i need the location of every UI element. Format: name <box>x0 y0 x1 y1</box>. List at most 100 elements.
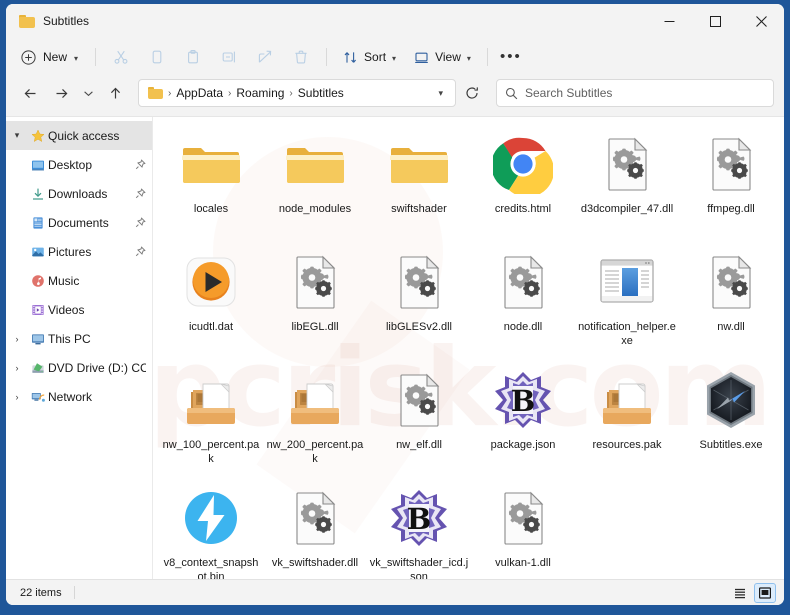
cut-icon[interactable] <box>104 43 138 71</box>
dvd-drive-icon <box>28 361 48 375</box>
file-tile[interactable]: notification_helper.exe <box>575 245 679 363</box>
file-tile[interactable]: libEGL.dll <box>263 245 367 363</box>
breadcrumb-separator: › <box>168 87 172 99</box>
chevron-right-icon[interactable]: › <box>6 363 28 373</box>
file-name-label: v8_context_snapshot.bin <box>163 557 259 579</box>
paste-icon[interactable] <box>176 43 210 71</box>
dll-icon <box>388 369 450 431</box>
file-tile[interactable]: credits.html <box>471 127 575 245</box>
file-tile[interactable]: nw_elf.dll <box>367 363 471 481</box>
desktop-icon <box>28 158 48 172</box>
back-button[interactable] <box>16 79 44 107</box>
search-box[interactable]: Search Subtitles <box>496 79 774 107</box>
dll-icon <box>700 133 762 195</box>
breadcrumb-separator: › <box>228 87 232 99</box>
pin-icon[interactable] <box>135 159 146 170</box>
file-tile[interactable]: Bvk_swiftshader_icd.json <box>367 481 471 579</box>
maximize-button[interactable] <box>692 4 738 38</box>
file-tile[interactable]: locales <box>159 127 263 245</box>
file-name-label: vk_swiftshader.dll <box>271 557 359 569</box>
this-pc-icon <box>28 332 48 346</box>
sort-button[interactable]: Sort ▾ <box>335 43 404 71</box>
sidebar-item-pictures[interactable]: Pictures <box>6 237 152 266</box>
file-tile[interactable]: Bpackage.json <box>471 363 575 481</box>
file-tile[interactable]: icudtl.dat <box>159 245 263 363</box>
sidebar-item-videos[interactable]: Videos <box>6 295 152 324</box>
forward-button[interactable] <box>47 79 75 107</box>
chevron-down-icon[interactable]: ▾ <box>6 130 28 141</box>
file-tile[interactable]: Subtitles.exe <box>679 363 783 481</box>
file-tile[interactable]: vulkan-1.dll <box>471 481 575 579</box>
file-tile[interactable]: nw_100_percent.pak <box>159 363 263 481</box>
breadcrumb-segment-appdata[interactable]: AppData <box>173 86 226 100</box>
file-tile[interactable]: nw_200_percent.pak <box>263 363 367 481</box>
details-view-toggle[interactable] <box>729 583 751 603</box>
pin-icon[interactable] <box>135 246 146 257</box>
search-icon <box>505 87 518 99</box>
minimize-button[interactable] <box>646 4 692 38</box>
file-tile[interactable]: swiftshader <box>367 127 471 245</box>
pak-box-icon <box>596 369 658 431</box>
explorer-body: ▾ Quick access Desktop Downloads Documen… <box>6 116 784 579</box>
share-icon[interactable] <box>248 43 282 71</box>
more-options-button[interactable]: ••• <box>496 43 526 71</box>
new-button[interactable]: New ▾ <box>14 43 87 71</box>
folder-icon <box>388 133 450 195</box>
sidebar-item-desktop[interactable]: Desktop <box>6 150 152 179</box>
delete-icon[interactable] <box>284 43 318 71</box>
chevron-right-icon[interactable]: › <box>6 334 28 344</box>
file-name-label: swiftshader <box>391 203 447 215</box>
dll-icon <box>492 251 554 313</box>
sidebar-item-dvd-drive[interactable]: › DVD Drive (D:) CCCC <box>6 353 152 382</box>
file-tile[interactable]: node_modules <box>263 127 367 245</box>
copy-icon[interactable] <box>140 43 174 71</box>
large-icons-view-toggle[interactable] <box>754 582 776 603</box>
bbedit-json-icon: B <box>388 487 450 549</box>
file-name-label: nw_200_percent.pak <box>266 439 364 465</box>
pin-icon[interactable] <box>135 217 146 228</box>
breadcrumb[interactable]: › AppData › Roaming › Subtitles ▾ <box>138 79 456 107</box>
file-name-label: node_modules <box>278 203 352 215</box>
recent-locations-button[interactable] <box>78 79 98 107</box>
sidebar-item-label: Quick access <box>48 128 120 143</box>
file-name-label: resources.pak <box>592 439 662 451</box>
close-button[interactable] <box>738 4 784 38</box>
search-input[interactable]: Search Subtitles <box>525 86 612 100</box>
file-tile[interactable]: ffmpeg.dll <box>679 127 783 245</box>
file-name-label: libEGL.dll <box>291 321 339 333</box>
file-list-pane[interactable]: pcrisk.com locales node_modules swiftsha… <box>152 117 784 579</box>
sidebar-item-network[interactable]: › Network <box>6 382 152 411</box>
breadcrumb-segment-roaming[interactable]: Roaming <box>233 86 287 100</box>
breadcrumb-segment-subtitles[interactable]: Subtitles <box>295 86 347 100</box>
sidebar-item-music[interactable]: Music <box>6 266 152 295</box>
sidebar-item-quick-access[interactable]: ▾ Quick access <box>6 121 152 150</box>
chevron-right-icon[interactable]: › <box>6 392 28 402</box>
up-button[interactable] <box>101 79 129 107</box>
sidebar-item-label: Music <box>48 273 80 288</box>
chevron-down-icon: ▾ <box>466 53 471 63</box>
rename-icon[interactable] <box>212 43 246 71</box>
file-tile[interactable]: node.dll <box>471 245 575 363</box>
network-icon <box>28 390 48 404</box>
dll-icon <box>284 487 346 549</box>
documents-icon <box>28 216 48 230</box>
plus-circle-icon <box>21 49 36 65</box>
file-tile[interactable]: vk_swiftshader.dll <box>263 481 367 579</box>
chrome-icon <box>492 133 554 195</box>
file-tile[interactable]: v8_context_snapshot.bin <box>159 481 263 579</box>
dll-icon <box>284 251 346 313</box>
sidebar-item-this-pc[interactable]: › This PC <box>6 324 152 353</box>
pak-box-icon <box>284 369 346 431</box>
chevron-down-icon[interactable]: ▾ <box>430 88 451 99</box>
file-tile[interactable]: d3dcompiler_47.dll <box>575 127 679 245</box>
star-icon <box>28 128 48 143</box>
file-name-label: vulkan-1.dll <box>495 557 551 569</box>
sidebar-item-documents[interactable]: Documents <box>6 208 152 237</box>
pin-icon[interactable] <box>135 188 146 199</box>
file-tile[interactable]: nw.dll <box>679 245 783 363</box>
refresh-button[interactable] <box>459 80 485 106</box>
sidebar-item-downloads[interactable]: Downloads <box>6 179 152 208</box>
file-tile[interactable]: libGLESv2.dll <box>367 245 471 363</box>
file-tile[interactable]: resources.pak <box>575 363 679 481</box>
view-button[interactable]: View ▾ <box>406 43 479 71</box>
